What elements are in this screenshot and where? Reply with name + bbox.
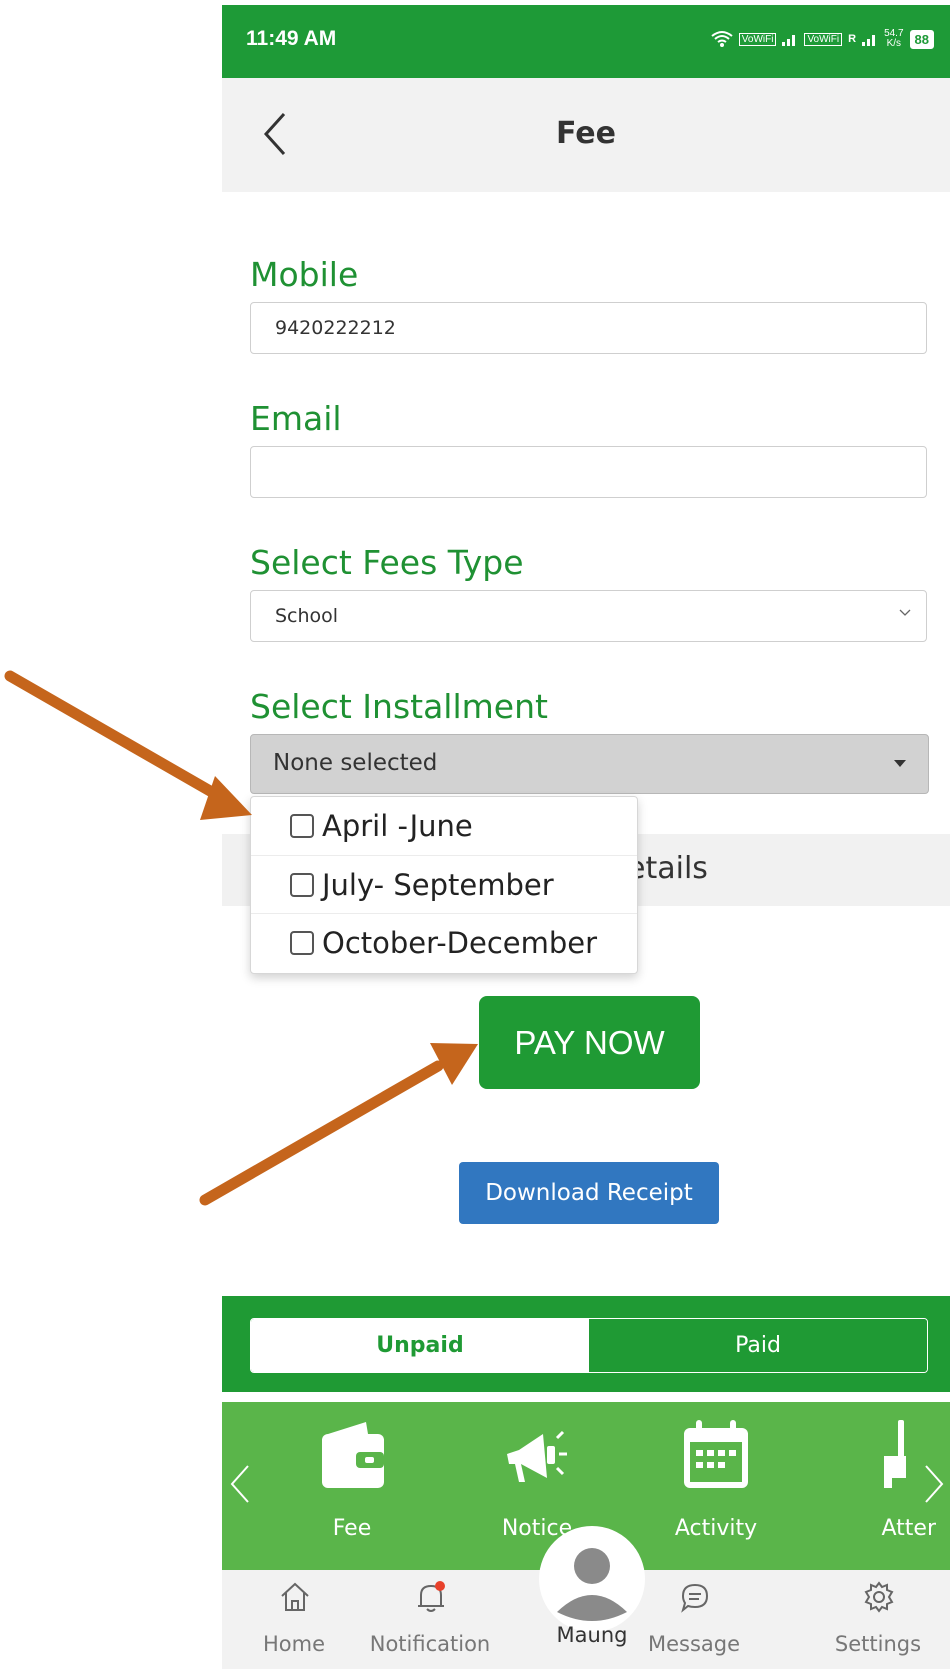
carousel-item-activity[interactable]: Activity [636, 1416, 796, 1556]
email-field-box [250, 446, 927, 498]
nav-home[interactable]: Home [229, 1580, 359, 1669]
status-bar: 11:49 AM VoWiFi VoWiFi R 54.7 K/s 88 [222, 5, 950, 78]
nav-label: Settings [834, 1632, 922, 1656]
caret-down-icon [894, 760, 906, 767]
vowifi-badge-2: VoWiFi [804, 32, 843, 46]
app-header: Fee [222, 78, 950, 192]
bell-icon [418, 1581, 445, 1612]
installment-dropdown: April -June July- September October-Dece… [250, 796, 638, 974]
home-icon [281, 1582, 309, 1611]
checkbox[interactable] [290, 814, 314, 838]
calendar-icon [684, 1420, 748, 1488]
installment-multiselect[interactable]: None selected [250, 734, 929, 794]
signal-icon [782, 35, 796, 46]
nav-notification[interactable]: Notification [365, 1580, 495, 1669]
carousel-item-fee[interactable]: Fee [272, 1416, 432, 1556]
payment-status-tabs: Unpaid Paid [222, 1296, 950, 1392]
avatar-icon [557, 1548, 627, 1621]
battery-indicator: 88 [909, 29, 934, 49]
status-icons: VoWiFi VoWiFi R 54.7 K/s 88 [711, 29, 934, 49]
nav-label: Message [647, 1632, 741, 1656]
page-title: Fee [556, 116, 616, 151]
checkbox[interactable] [290, 872, 314, 897]
option-label: April -June [322, 809, 473, 843]
gear-icon [864, 1581, 894, 1613]
roaming-indicator: R [848, 33, 857, 45]
vowifi-badge-1: VoWiFi [738, 32, 777, 46]
fees-type-value: School [275, 605, 339, 627]
wallet-icon [322, 1422, 384, 1488]
status-time: 11:49 AM [246, 27, 337, 50]
profile-avatar[interactable] [539, 1526, 645, 1632]
carousel-label: Fee [332, 1516, 372, 1541]
fees-type-label: Select Fees Type [250, 543, 524, 582]
email-label: Email [250, 399, 342, 438]
mobile-label: Mobile [250, 255, 359, 294]
pay-now-button[interactable]: PAY NOW [479, 996, 700, 1089]
mobile-field-box [250, 302, 927, 354]
mobile-input[interactable] [251, 303, 926, 353]
nav-settings[interactable]: Settings [813, 1580, 943, 1669]
fees-type-select[interactable]: School [250, 590, 927, 642]
tab-paid[interactable]: Paid [589, 1319, 927, 1372]
installment-option[interactable]: October-December [251, 913, 637, 971]
chat-icon [681, 1583, 709, 1613]
annotation-arrow-installment [4, 670, 252, 820]
option-label: October-December [322, 925, 598, 960]
carousel-next-icon[interactable] [922, 1462, 946, 1506]
carousel-item-attendance[interactable]: Atter [816, 1416, 936, 1556]
carousel-label: Atter [881, 1516, 937, 1541]
tab-unpaid[interactable]: Unpaid [251, 1319, 589, 1372]
chevron-down-icon [899, 609, 911, 616]
download-receipt-button[interactable]: Download Receipt [459, 1162, 719, 1224]
installment-label: Select Installment [250, 687, 548, 726]
installment-option[interactable]: July- September [251, 855, 637, 913]
option-label: July- September [322, 867, 554, 902]
checkbox[interactable] [290, 930, 314, 955]
wifi-icon [711, 31, 733, 47]
nav-label: Home [262, 1632, 325, 1656]
megaphone-icon [507, 1430, 567, 1482]
annotation-arrow-paynow [199, 1043, 478, 1206]
network-speed: 54.7 K/s [884, 28, 904, 49]
details-text: etails [627, 851, 708, 886]
installment-selected-text: None selected [273, 750, 438, 776]
tab-group: Unpaid Paid [250, 1318, 928, 1373]
carousel-prev-icon[interactable] [228, 1462, 252, 1506]
signal-icon-2 [862, 35, 876, 46]
installment-option[interactable]: April -June [251, 797, 637, 855]
nav-label: Notification [369, 1632, 491, 1656]
nav-label-profile: Maung [556, 1623, 628, 1647]
carousel-label: Activity [674, 1516, 758, 1541]
nav-message[interactable]: Message [629, 1580, 759, 1669]
email-input[interactable] [251, 447, 926, 497]
